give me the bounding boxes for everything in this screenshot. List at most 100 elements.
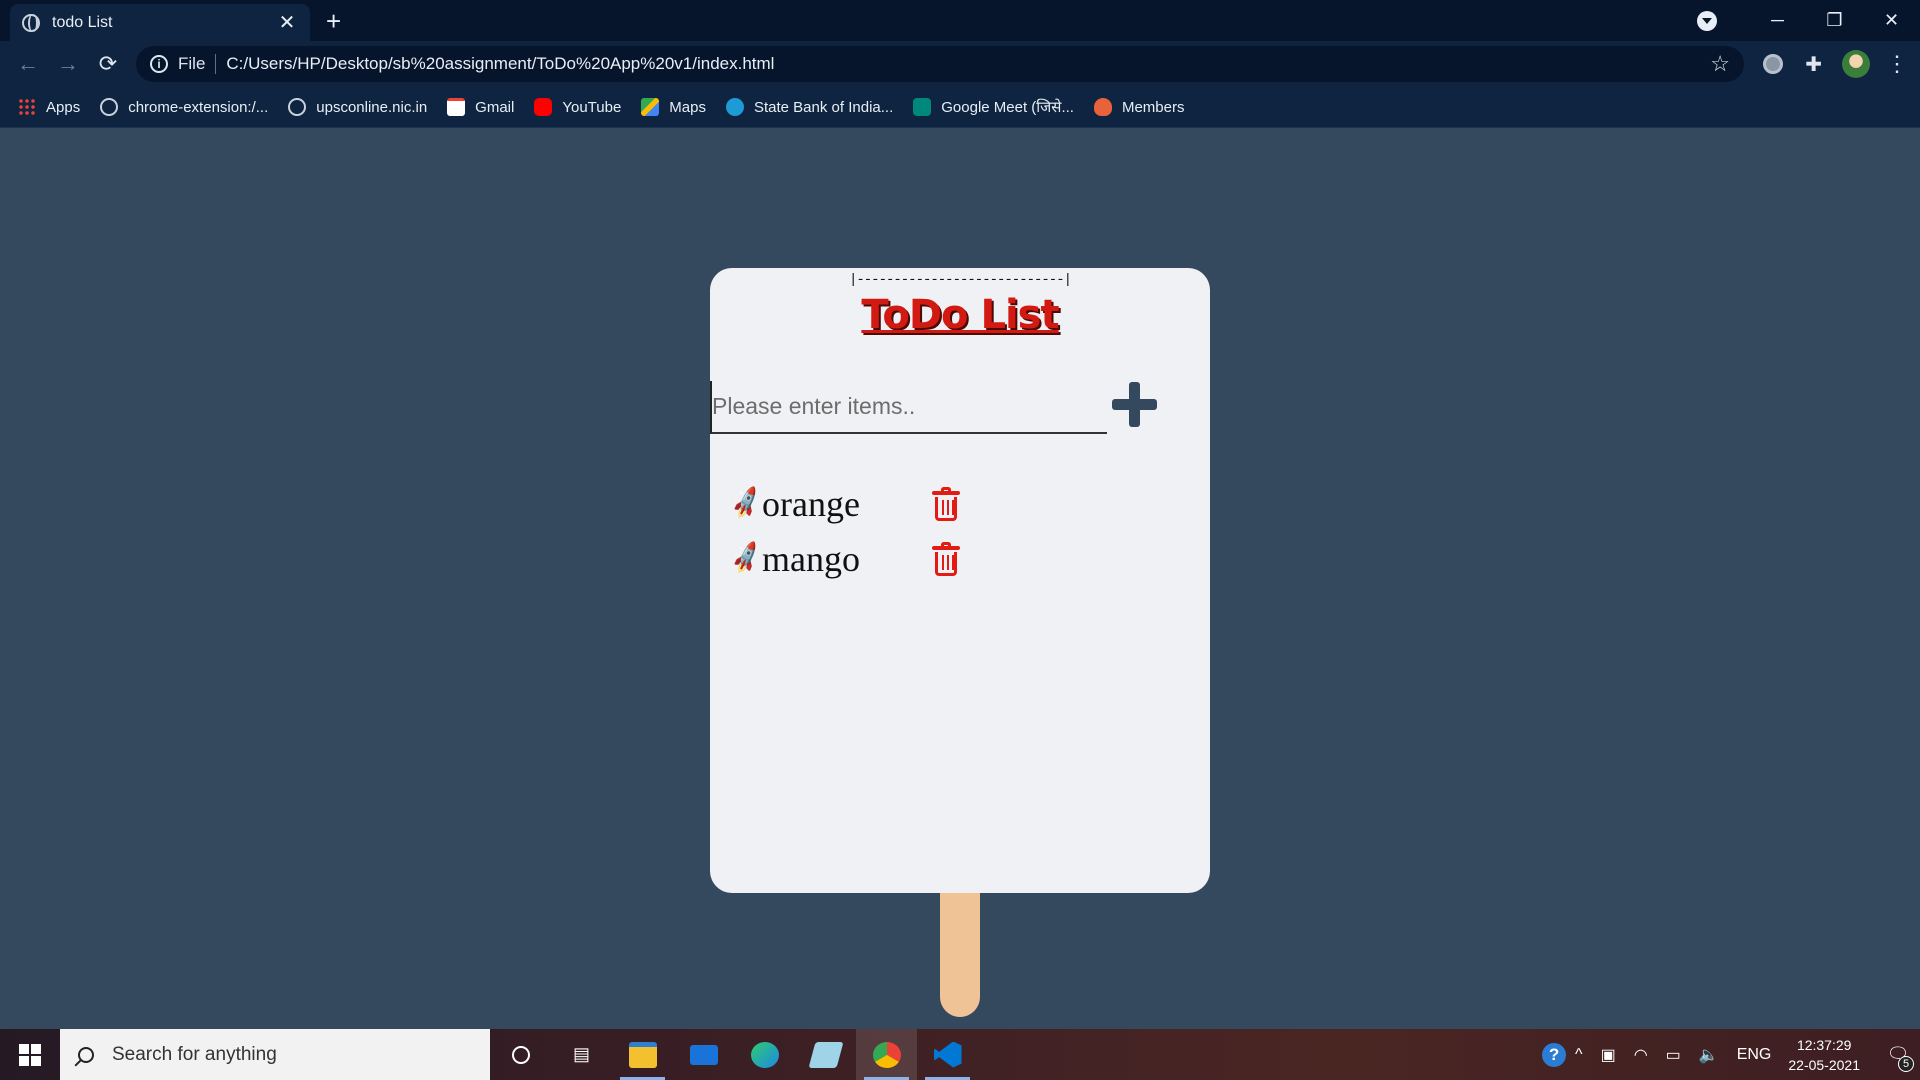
volume-icon[interactable]: 🔈 xyxy=(1699,1045,1719,1065)
tab-todo-list[interactable]: todo List ✕ xyxy=(10,4,310,41)
top-dashes: |----------------------------| xyxy=(848,272,1072,288)
browser-chrome: todo List ✕ + ─ ❐ ✕ ← → ⟳ i File C:/User… xyxy=(0,0,1920,128)
site-info-icon[interactable]: i xyxy=(150,55,168,73)
chrome-icon[interactable] xyxy=(856,1029,917,1080)
back-button[interactable]: ← xyxy=(8,44,48,84)
chevron-up-icon[interactable]: ^ xyxy=(1575,1046,1583,1064)
bookmark-label: upsconline.nic.in xyxy=(316,98,428,116)
help-icon[interactable]: ? xyxy=(1542,1042,1567,1067)
clock-date: 22-05-2021 xyxy=(1788,1056,1860,1073)
bookmark-label: Maps xyxy=(669,98,706,116)
reload-button[interactable]: ⟳ xyxy=(88,44,128,84)
youtube-icon xyxy=(534,98,553,116)
toolbar-actions: ✚ ⋮ xyxy=(1763,41,1920,87)
profile-avatar[interactable] xyxy=(1842,50,1870,78)
globe-icon xyxy=(22,13,40,32)
vscode-icon[interactable] xyxy=(917,1029,978,1080)
todo-list: 🚀 orange 🚀 mango xyxy=(728,476,960,586)
add-item-button[interactable] xyxy=(1106,376,1162,432)
members-icon xyxy=(1093,98,1112,116)
globe-icon xyxy=(288,98,307,116)
bookmark-gmail[interactable]: Gmail xyxy=(447,98,514,116)
page-title: ToDo List xyxy=(861,292,1059,338)
meet-icon xyxy=(913,98,932,116)
rocket-icon: 🚀 xyxy=(728,485,766,521)
item-text: mango xyxy=(762,538,860,579)
bookmarks-bar: Apps chrome-extension:/... upsconline.ni… xyxy=(0,87,1920,128)
bookmark-label: Gmail xyxy=(475,98,515,116)
menu-kebab-icon[interactable]: ⋮ xyxy=(1886,53,1908,75)
bookmark-youtube[interactable]: YouTube xyxy=(534,98,621,116)
wifi-icon[interactable]: ◠ xyxy=(1634,1045,1648,1065)
system-tray: ? ^ ▣ ◠ ▭ 🔈 ENG 12:37:29 22-05-2021 🗨 5 xyxy=(1542,1029,1920,1080)
tab-close-icon[interactable]: ✕ xyxy=(276,13,298,33)
forward-button[interactable]: → xyxy=(48,44,88,84)
bookmark-upsconline[interactable]: upsconline.nic.in xyxy=(288,98,427,116)
trash-body xyxy=(935,496,957,521)
url-text[interactable]: C:/Users/HP/Desktop/sb%20assignment/ToDo… xyxy=(226,54,1710,74)
delete-item-button[interactable] xyxy=(932,486,960,521)
apps-grid-icon xyxy=(18,98,36,116)
close-window-button[interactable]: ✕ xyxy=(1863,0,1920,41)
bookmark-label: Google Meet (जिसे... xyxy=(941,99,1074,116)
mail-icon[interactable] xyxy=(673,1029,734,1080)
bookmark-members[interactable]: Members xyxy=(1093,98,1185,116)
sbi-icon xyxy=(725,98,744,116)
cortana-icon[interactable] xyxy=(490,1029,551,1080)
device-icon[interactable]: ▣ xyxy=(1601,1045,1616,1065)
url-scheme: File xyxy=(178,54,217,74)
clock-time: 12:37:29 xyxy=(1796,1036,1852,1053)
bookmark-star-icon[interactable]: ☆ xyxy=(1710,51,1730,77)
notification-count: 5 xyxy=(1898,1056,1914,1072)
list-item: 🚀 orange xyxy=(728,476,960,531)
trash-lid xyxy=(932,545,960,550)
taskbar-search-placeholder: Search for anything xyxy=(112,1043,277,1065)
windows-taskbar: Search for anything ▤ ? ^ ▣ ◠ ▭ 🔈 ENG 12… xyxy=(0,1029,1920,1080)
bookmark-label: State Bank of India... xyxy=(753,98,894,116)
bookmark-chrome-extension[interactable]: chrome-extension:/... xyxy=(100,98,268,116)
tab-title: todo List xyxy=(52,13,113,31)
bookmark-apps[interactable]: Apps xyxy=(18,98,80,116)
extension-icon[interactable] xyxy=(1763,54,1784,74)
bookmark-google-meet[interactable]: Google Meet (जिसे... xyxy=(913,97,1074,117)
notepad-icon[interactable] xyxy=(795,1029,856,1080)
address-bar[interactable]: i File C:/Users/HP/Desktop/sb%20assignme… xyxy=(136,46,1744,82)
item-text: orange xyxy=(762,483,860,524)
popsicle-stick xyxy=(940,880,980,1017)
clock[interactable]: 12:37:29 22-05-2021 xyxy=(1788,1035,1860,1075)
delete-item-button[interactable] xyxy=(932,541,960,576)
todo-card: |----------------------------| ToDo List… xyxy=(710,268,1210,893)
edge-icon[interactable] xyxy=(734,1029,795,1080)
trash-body xyxy=(935,551,957,576)
taskbar-search[interactable]: Search for anything xyxy=(60,1029,490,1080)
rocket-icon: 🚀 xyxy=(728,540,766,576)
notifications-button[interactable]: 🗨 5 xyxy=(1876,1044,1920,1072)
windows-logo-icon xyxy=(19,1043,41,1066)
minimize-button[interactable]: ─ xyxy=(1749,0,1806,41)
bookmark-label: chrome-extension:/... xyxy=(128,98,269,116)
window-controls: ─ ❐ ✕ xyxy=(1697,0,1920,41)
battery-icon[interactable]: ▭ xyxy=(1666,1045,1681,1065)
task-view-icon[interactable]: ▤ xyxy=(551,1029,612,1080)
maps-icon xyxy=(641,98,660,116)
tab-search-icon[interactable] xyxy=(1697,10,1717,31)
bookmark-label: Apps xyxy=(46,98,81,116)
item-input[interactable] xyxy=(710,381,1107,434)
tab-bar: todo List ✕ + ─ ❐ ✕ xyxy=(0,0,1920,41)
bookmark-maps[interactable]: Maps xyxy=(641,98,706,116)
extensions-puzzle-icon[interactable]: ✚ xyxy=(1805,52,1822,77)
list-item: 🚀 mango xyxy=(728,531,960,586)
gmail-icon xyxy=(447,98,466,116)
start-button[interactable] xyxy=(0,1029,60,1080)
new-tab-button[interactable]: + xyxy=(326,8,341,34)
trash-lid xyxy=(932,490,960,495)
restore-button[interactable]: ❐ xyxy=(1806,0,1863,41)
search-icon xyxy=(78,1046,94,1063)
language-indicator[interactable]: ENG xyxy=(1737,1046,1772,1064)
bookmark-label: Members xyxy=(1121,98,1185,116)
file-explorer-icon[interactable] xyxy=(612,1029,673,1080)
bookmark-sbi[interactable]: State Bank of India... xyxy=(725,98,894,116)
browser-toolbar: ← → ⟳ i File C:/Users/HP/Desktop/sb%20as… xyxy=(0,41,1920,87)
globe-icon xyxy=(100,98,119,116)
bookmark-label: YouTube xyxy=(562,98,622,116)
